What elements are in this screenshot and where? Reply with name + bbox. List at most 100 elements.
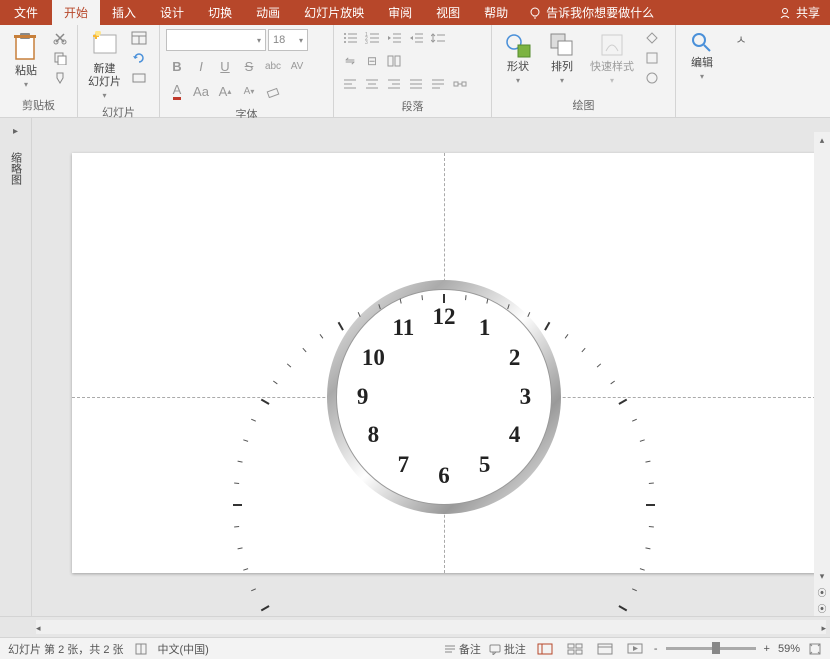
prev-slide-button[interactable]: ⦿ [814, 584, 830, 600]
tab-transitions[interactable]: 切换 [196, 0, 244, 25]
tab-slideshow[interactable]: 幻灯片放映 [292, 0, 376, 25]
zoom-level[interactable]: 59% [778, 643, 800, 655]
font-color-button[interactable]: A [166, 81, 188, 101]
clock-6: 6 [438, 463, 450, 489]
decrease-indent-button[interactable] [384, 29, 404, 47]
tell-me-search[interactable]: 告诉我你想要做什么 [528, 4, 654, 21]
clock-tick [649, 482, 654, 484]
shape-outline-button[interactable] [642, 49, 662, 67]
bullets-button[interactable] [340, 29, 360, 47]
strike-button[interactable]: S [238, 56, 260, 76]
line-spacing-button[interactable] [428, 29, 448, 47]
change-case-button[interactable]: Aa [190, 81, 212, 101]
fit-to-window-button[interactable] [808, 642, 822, 656]
columns-button[interactable] [384, 52, 404, 70]
align-right-button[interactable] [384, 75, 404, 93]
scroll-down-button[interactable]: ▾ [814, 568, 830, 584]
format-painter-button[interactable] [50, 69, 70, 87]
clear-format-button[interactable] [262, 81, 284, 101]
underline-button[interactable]: U [214, 56, 236, 76]
quick-styles-label: 快速样式 [590, 61, 634, 74]
normal-view-button[interactable] [534, 641, 556, 657]
sorter-view-button[interactable] [564, 641, 586, 657]
tab-review[interactable]: 审阅 [376, 0, 424, 25]
fit-icon [808, 642, 822, 656]
zoom-slider[interactable] [666, 647, 756, 650]
font-size-combo[interactable]: 18▾ [268, 29, 308, 51]
slideshow-view-button[interactable] [624, 641, 646, 657]
clock-2: 2 [509, 345, 521, 371]
section-button[interactable] [129, 69, 149, 87]
slide-canvas[interactable]: 12 1 2 3 4 5 6 7 8 9 10 11 [72, 153, 816, 573]
copy-button[interactable] [50, 49, 70, 67]
new-slide-button[interactable]: 新建 幻灯片 ▾ [84, 29, 125, 102]
font-name-combo[interactable]: ▾ [166, 29, 266, 51]
shape-effects-button[interactable] [642, 69, 662, 87]
bold-button[interactable]: B [166, 56, 188, 76]
chevron-down-icon: ▾ [516, 76, 520, 85]
shadow-button[interactable]: abc [262, 56, 284, 76]
numbering-button[interactable]: 123 [362, 29, 382, 47]
align-text-button[interactable]: ⊟ [362, 52, 382, 70]
layout-button[interactable] [129, 29, 149, 47]
chevron-down-icon: ▾ [560, 76, 564, 85]
tab-design[interactable]: 设计 [148, 0, 196, 25]
bulb-icon [528, 6, 542, 20]
zoom-thumb[interactable] [712, 642, 720, 654]
quick-styles-button[interactable]: 快速样式 ▾ [586, 29, 638, 87]
clock-tick [233, 504, 242, 506]
collapse-ribbon-button[interactable]: ㅅ [728, 25, 754, 117]
tab-help[interactable]: 帮助 [472, 0, 520, 25]
share-button[interactable]: 共享 [778, 4, 820, 21]
editing-button[interactable]: 编辑 ▾ [682, 29, 722, 83]
reading-view-button[interactable] [594, 641, 616, 657]
reset-button[interactable] [129, 49, 149, 67]
char-spacing-button[interactable]: AV [286, 56, 308, 76]
notes-button[interactable]: 备注 [444, 641, 481, 657]
increase-font-button[interactable]: A▴ [214, 81, 236, 101]
next-slide-button[interactable]: ⦿ [814, 600, 830, 616]
horizontal-scrollbar[interactable]: ◂ ▸ [36, 620, 826, 634]
justify-button[interactable] [406, 75, 426, 93]
distribute-button[interactable] [428, 75, 448, 93]
shapes-button[interactable]: 形状 ▾ [498, 29, 538, 87]
comments-button[interactable]: 批注 [489, 641, 526, 657]
clock-image[interactable]: 12 1 2 3 4 5 6 7 8 9 10 11 [327, 280, 561, 514]
tab-insert[interactable]: 插入 [100, 0, 148, 25]
zoom-in-button[interactable]: + [764, 643, 770, 655]
decrease-font-button[interactable]: A▾ [238, 81, 260, 101]
cut-button[interactable] [50, 29, 70, 47]
expand-thumbnails-button[interactable]: ▸ [13, 126, 18, 137]
scroll-right-button[interactable]: ▸ [821, 620, 826, 636]
smartart-icon [453, 78, 467, 90]
tab-animations[interactable]: 动画 [244, 0, 292, 25]
vertical-scrollbar[interactable]: ▴ ▾ ⦿ ⦿ [814, 132, 830, 616]
canvas-area: ▸ 缩略图 12 1 2 3 4 5 6 7 8 [0, 118, 830, 616]
group-drawing: 形状 ▾ 排列 ▾ 快速样式 ▾ 绘图 [492, 25, 676, 117]
align-left-button[interactable] [340, 75, 360, 93]
convert-smartart-button[interactable] [450, 75, 470, 93]
shape-fill-button[interactable] [642, 29, 662, 47]
increase-indent-button[interactable] [406, 29, 426, 47]
tab-file[interactable]: 文件 [0, 0, 52, 25]
arrange-button[interactable]: 排列 ▾ [542, 29, 582, 87]
italic-button[interactable]: I [190, 56, 212, 76]
clock-10: 10 [362, 345, 385, 371]
eraser-icon [266, 84, 280, 98]
spell-check-button[interactable] [134, 642, 148, 656]
slide-indicator[interactable]: 幻灯片 第 2 张，共 2 张 [8, 641, 124, 657]
clock-7: 7 [398, 452, 410, 478]
scroll-up-button[interactable]: ▴ [814, 132, 830, 148]
group-paragraph: 123 ⇋ ⊟ 段落 [334, 25, 492, 117]
zoom-out-button[interactable]: - [654, 643, 658, 655]
reading-icon [597, 643, 613, 655]
tab-view[interactable]: 视图 [424, 0, 472, 25]
text-direction-button[interactable]: ⇋ [340, 52, 360, 70]
paste-button[interactable]: 粘贴 ▾ [6, 29, 46, 91]
tab-home[interactable]: 开始 [52, 0, 100, 25]
align-center-button[interactable] [362, 75, 382, 93]
language-indicator[interactable]: 中文(中国) [158, 641, 209, 657]
scroll-track[interactable] [814, 148, 830, 568]
clock-tick [238, 460, 243, 462]
clock-tick [251, 588, 256, 591]
